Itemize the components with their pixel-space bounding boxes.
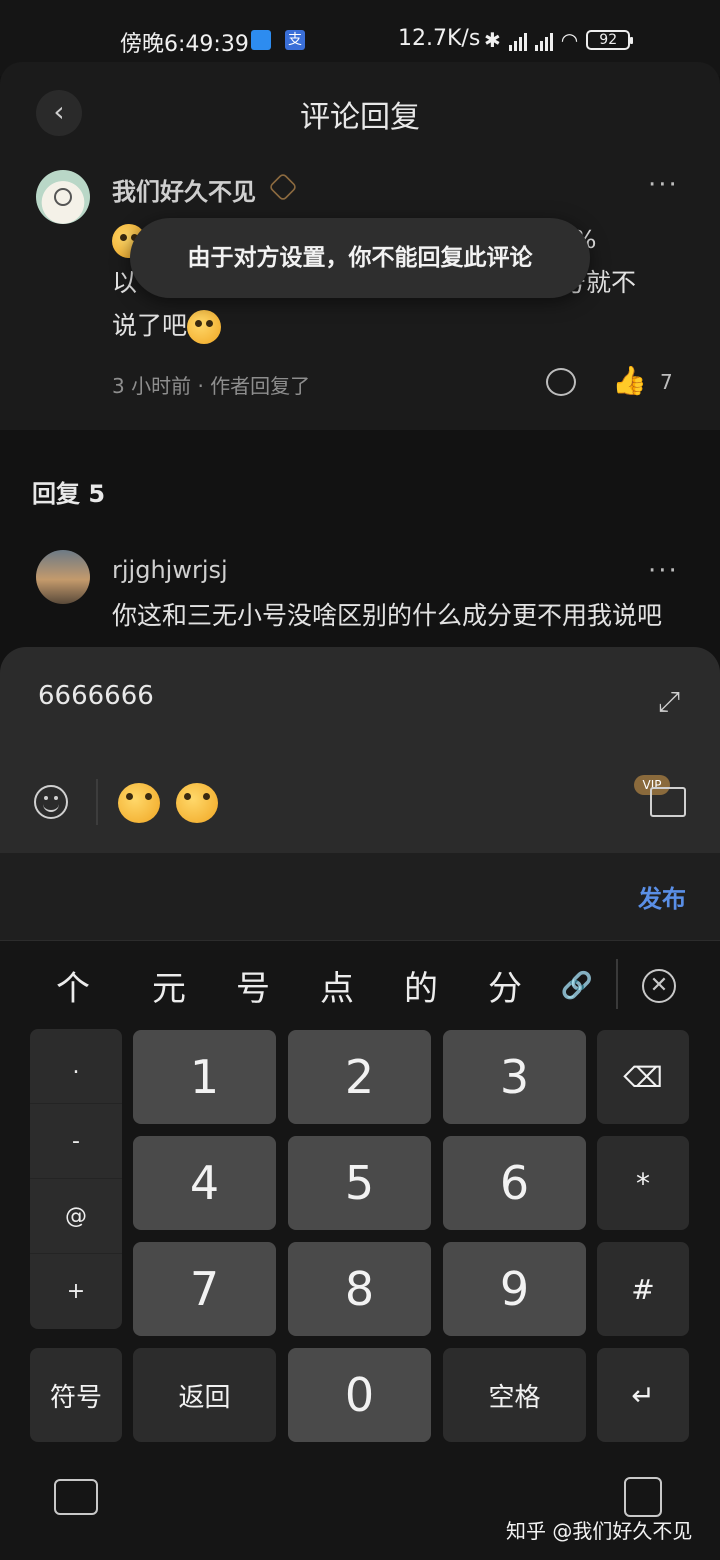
comment-author[interactable]: 我们好久不见 (112, 172, 256, 207)
key-at[interactable]: @ (30, 1179, 122, 1254)
emoji-picker-icon[interactable] (34, 785, 68, 819)
key-dot[interactable]: . (30, 1029, 122, 1104)
crown-badge-icon (268, 172, 298, 202)
candidate-word[interactable]: 元 (152, 961, 186, 1010)
signal-icon-2 (534, 29, 553, 51)
divider (96, 779, 98, 825)
keyboard: 个 元 号 点 的 分 🔗 ✕ . - @ + 1 2 3 ⌫ 4 5 6 * … (0, 941, 720, 1560)
toast-message: 由于对方设置，你不能回复此评论 (130, 218, 590, 298)
bluetooth-icon: ✱ (484, 28, 501, 52)
battery-icon: 92 (586, 30, 634, 50)
enter-key[interactable]: ↵ (597, 1348, 689, 1442)
key-hash[interactable]: # (597, 1242, 689, 1336)
more-options-icon[interactable]: ··· (648, 170, 679, 200)
alipay-notification-icon: 支 (285, 30, 305, 50)
notification-app-icon (251, 30, 271, 50)
emoji-icon (187, 310, 222, 344)
symbol-key[interactable]: 符号 (30, 1348, 122, 1442)
keyboard-switch-icon[interactable] (54, 1479, 98, 1515)
close-icon[interactable]: ✕ (642, 969, 676, 1003)
watermark: 知乎 @我们好久不见 (506, 1519, 693, 1543)
crying-laughing-emoji-icon[interactable] (118, 783, 160, 823)
backspace-key[interactable]: ⌫ (597, 1030, 689, 1124)
reply-input[interactable] (38, 681, 598, 711)
page-header: ‹ 评论回复 (0, 62, 720, 162)
wifi-icon: ◠ (560, 28, 579, 52)
key-9[interactable]: 9 (443, 1242, 586, 1336)
avatar[interactable] (36, 170, 90, 224)
more-options-icon[interactable]: ··· (648, 556, 679, 586)
like-count: 7 (660, 370, 673, 394)
key-4[interactable]: 4 (133, 1136, 276, 1230)
candidate-word[interactable]: 号 (236, 961, 270, 1010)
back-key[interactable]: 返回 (133, 1348, 276, 1442)
like-icon[interactable]: 👍 (612, 366, 647, 396)
replies-header: 回复 5 (32, 480, 106, 508)
pleading-emoji-icon[interactable] (176, 783, 218, 823)
candidate-word[interactable]: 点 (320, 961, 354, 1010)
key-5[interactable]: 5 (288, 1136, 431, 1230)
key-2[interactable]: 2 (288, 1030, 431, 1124)
candidate-word[interactable]: 分 (488, 961, 522, 1010)
comment-meta: 3 小时前 · 作者回复了 (112, 374, 311, 398)
signal-icon-1 (508, 29, 527, 51)
expand-icon[interactable]: ⤢ (652, 685, 686, 719)
divider (616, 959, 618, 1009)
reply-author[interactable]: rjjghjwrjsj (112, 556, 228, 584)
publish-bar: 发布 (0, 853, 720, 941)
compose-panel: ⤢ VIP (0, 647, 720, 853)
space-key[interactable]: 空格 (443, 1348, 586, 1442)
key-7[interactable]: 7 (133, 1242, 276, 1336)
key-3[interactable]: 3 (443, 1030, 586, 1124)
image-icon[interactable] (650, 787, 686, 817)
reply-icon[interactable] (546, 368, 576, 396)
candidate-word[interactable]: 的 (404, 961, 438, 1010)
candidate-word[interactable]: 个 (56, 961, 90, 1010)
avatar[interactable] (36, 550, 90, 604)
status-time: 傍晚6:49:39 (120, 32, 249, 57)
page-title: 评论回复 (300, 100, 420, 135)
key-1[interactable]: 1 (133, 1030, 276, 1124)
key-0[interactable]: 0 (288, 1348, 431, 1442)
network-speed: 12.7K/s (398, 26, 481, 51)
key-6[interactable]: 6 (443, 1136, 586, 1230)
symbol-column: . - @ + (30, 1029, 122, 1329)
clipboard-icon[interactable] (624, 1477, 662, 1517)
key-dash[interactable]: - (30, 1104, 122, 1179)
publish-button[interactable]: 发布 (638, 879, 686, 914)
reply-text: 你这和三无小号没啥区别的什么成分更不用我说吧 (112, 601, 663, 630)
key-star[interactable]: * (597, 1136, 689, 1230)
link-icon[interactable]: 🔗 (560, 969, 594, 1003)
key-plus[interactable]: + (30, 1254, 122, 1329)
key-8[interactable]: 8 (288, 1242, 431, 1336)
status-icons: ✱ ◠ 92 (484, 28, 634, 52)
